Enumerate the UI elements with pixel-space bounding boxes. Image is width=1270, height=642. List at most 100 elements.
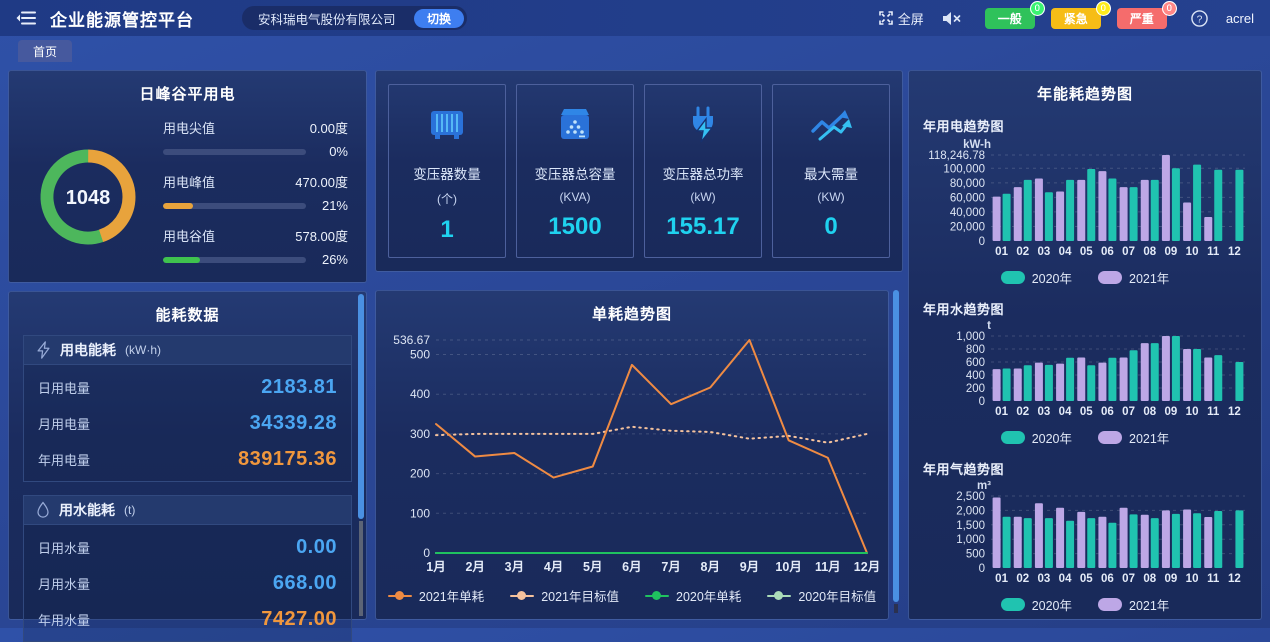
legend-label: 2020年 [1032, 595, 1072, 614]
energy-section-header: 用水能耗(t) [24, 496, 351, 525]
energy-row: 月用水量668.00 [24, 565, 351, 601]
svg-text:1月: 1月 [426, 560, 445, 574]
svg-text:118,246.78: 118,246.78 [928, 150, 985, 162]
stat-card: 变压器总功率(kW)155.17 [644, 84, 762, 258]
peak-row-percent: 21% [306, 198, 348, 213]
top-header: 企业能源管控平台 安科瑞电气股份有限公司 切换 全屏 一般0紧急0严重0 ? a… [0, 0, 1270, 36]
svg-text:02: 02 [1016, 573, 1029, 585]
energy-panel-title: 能耗数据 [9, 292, 366, 335]
legend-item-2020年单耗[interactable]: 2020年单耗 [645, 586, 741, 605]
svg-text:60,000: 60,000 [950, 192, 985, 204]
main-area-scrollbar[interactable] [893, 290, 899, 613]
energy-row-value: 2183.81 [261, 376, 337, 399]
yearly-electricity-bar-chart: kW-h020,00040,00060,00080,000100,000118,… [909, 137, 1261, 266]
svg-text:20,000: 20,000 [950, 221, 985, 233]
svg-text:10月: 10月 [775, 560, 801, 574]
energy-section-header: 用电能耗(kW·h) [24, 336, 351, 365]
yearly-water-title: 年用水趋势图 [923, 299, 1261, 318]
legend-item-2020年[interactable]: 2020年 [1001, 268, 1072, 287]
svg-text:200: 200 [410, 467, 430, 481]
svg-text:07: 07 [1122, 246, 1135, 258]
user-menu[interactable]: acrel [1226, 11, 1254, 26]
svg-text:08: 08 [1143, 246, 1156, 258]
svg-text:7月: 7月 [661, 560, 680, 574]
alarm-button-严重[interactable]: 严重0 [1117, 8, 1167, 29]
svg-text:400: 400 [966, 370, 985, 382]
alarm-button-一般[interactable]: 一般0 [985, 8, 1035, 29]
menu-fold-icon[interactable] [16, 10, 36, 26]
svg-text:03: 03 [1038, 406, 1051, 418]
help-icon[interactable]: ? [1191, 10, 1208, 27]
energy-row-label: 月用水量 [38, 574, 90, 593]
svg-text:11月: 11月 [815, 560, 841, 574]
legend-label: 2021年 [1129, 428, 1169, 447]
fullscreen-icon [879, 11, 893, 25]
svg-text:536.67: 536.67 [393, 333, 430, 347]
yearly-panel-title: 年能耗趋势图 [909, 71, 1261, 104]
transformer-icon [424, 105, 470, 150]
svg-text:06: 06 [1101, 406, 1114, 418]
svg-text:10: 10 [1186, 406, 1199, 418]
legend-label: 2020年 [1032, 428, 1072, 447]
energy-dashboard: { "header": { "title": "企业能源管控平台", "comp… [0, 0, 1270, 628]
svg-text:400: 400 [410, 387, 430, 401]
unit-consumption-panel: 单耗趋势图 0100200300400500536.671月2月3月4月5月6月… [375, 290, 889, 620]
legend-item-2020年[interactable]: 2020年 [1001, 428, 1072, 447]
unit-chart-title: 单耗趋势图 [376, 291, 888, 324]
fullscreen-button[interactable]: 全屏 [879, 9, 924, 28]
legend-item-2020年目标值[interactable]: 2020年目标值 [767, 586, 876, 605]
svg-text:6月: 6月 [622, 560, 641, 574]
svg-text:80,000: 80,000 [950, 178, 985, 190]
tab-bar: 首页 [0, 36, 1270, 62]
capacity-icon [552, 105, 598, 150]
stat-card-unit: (KW) [817, 190, 844, 204]
legend-item-2020年[interactable]: 2020年 [1001, 595, 1072, 614]
svg-text:1,000: 1,000 [956, 331, 985, 343]
svg-text:0: 0 [979, 236, 985, 248]
peak-row-label: 用电尖值 [163, 118, 215, 137]
energy-panel-scrollbar[interactable] [358, 294, 364, 618]
stat-card-label: 最大需量 [804, 163, 858, 183]
legend-label: 2021年目标值 [541, 586, 619, 605]
energy-section: 用电能耗(kW·h)日用电量2183.81月用电量34339.28年用电量839… [23, 335, 352, 482]
legend-item-2021年单耗[interactable]: 2021年单耗 [388, 586, 484, 605]
mute-icon[interactable] [942, 11, 961, 26]
svg-text:1048: 1048 [66, 187, 111, 209]
legend-label: 2020年目标值 [798, 586, 876, 605]
energy-section-unit: (t) [124, 503, 135, 517]
svg-text:05: 05 [1080, 246, 1093, 258]
stat-card: 变压器数量(个)1 [388, 84, 506, 258]
svg-text:01: 01 [995, 406, 1008, 418]
stat-card: 最大需量(KW)0 [772, 84, 890, 258]
energy-row-value: 839175.36 [238, 448, 337, 471]
svg-text:100,000: 100,000 [943, 163, 985, 175]
legend-item-2021年目标值[interactable]: 2021年目标值 [510, 586, 619, 605]
legend-item-2021年[interactable]: 2021年 [1098, 428, 1169, 447]
yearly-electricity-legend: 2020年 2021年 [909, 268, 1261, 287]
peak-valley-rows: 用电尖值0.00度0%用电峰值470.00度21%用电谷值578.00度26% [163, 118, 348, 280]
energy-section-unit: (kW·h) [125, 343, 161, 357]
switch-company-button[interactable]: 切换 [414, 9, 464, 28]
legend-item-2021年[interactable]: 2021年 [1098, 268, 1169, 287]
yearly-energy-panel: 年能耗趋势图 年用电趋势图 kW-h020,00040,00060,00080,… [908, 70, 1262, 620]
legend-marker [645, 591, 669, 600]
svg-text:t: t [987, 320, 991, 332]
svg-text:10: 10 [1186, 246, 1199, 258]
energy-row: 日用电量2183.81 [24, 369, 351, 405]
tab-home[interactable]: 首页 [18, 40, 72, 62]
legend-swatch [1098, 431, 1122, 444]
stat-card: 变压器总容量(KVA)1500 [516, 84, 634, 258]
alarm-button-紧急[interactable]: 紧急0 [1051, 8, 1101, 29]
energy-section: 用水能耗(t)日用水量0.00月用水量668.00年用水量7427.00 [23, 495, 352, 642]
svg-text:01: 01 [995, 573, 1008, 585]
legend-item-2021年[interactable]: 2021年 [1098, 595, 1169, 614]
yearly-water-legend: 2020年 2021年 [909, 428, 1261, 447]
svg-text:09: 09 [1165, 246, 1178, 258]
energy-row: 月用电量34339.28 [24, 405, 351, 441]
svg-text:09: 09 [1165, 573, 1178, 585]
svg-text:06: 06 [1101, 246, 1114, 258]
peak-progress-bar [163, 149, 306, 155]
svg-text:40,000: 40,000 [950, 207, 985, 219]
peak-progress-fill [163, 203, 193, 209]
company-selector[interactable]: 安科瑞电气股份有限公司 切换 [242, 6, 467, 30]
